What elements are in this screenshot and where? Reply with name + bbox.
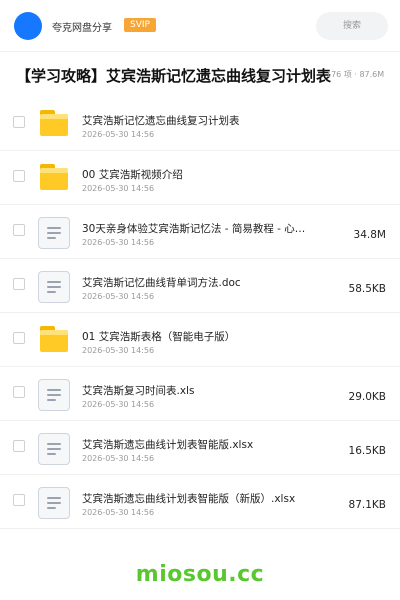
file-row[interactable]: 艾宾浩斯记忆曲线背单词方法.doc 2026-05-30 14:56 58.5KB [0, 259, 400, 313]
watermark: miosou.cc [135, 562, 265, 587]
folder-icon [38, 163, 70, 193]
folder-icon [38, 109, 70, 139]
select-checkbox[interactable] [13, 278, 25, 290]
file-name[interactable]: 艾宾浩斯记忆曲线背单词方法.doc [82, 275, 312, 290]
file-date: 2026-05-30 14:56 [82, 184, 155, 193]
sharer-name: 夸克网盘分享 [52, 23, 112, 34]
file-row[interactable]: 艾宾浩斯遗忘曲线计划表智能版.xlsx 2026-05-30 14:56 16.5K… [0, 421, 400, 475]
file-name[interactable]: 艾宾浩斯记忆遗忘曲线复习计划表 [82, 113, 312, 128]
select-checkbox[interactable] [13, 332, 25, 344]
file-date: 2026-05-30 14:56 [82, 292, 155, 301]
folder-icon [38, 325, 70, 355]
document-icon [38, 433, 70, 465]
search-button[interactable]: 搜索 [316, 12, 388, 40]
share-meta: 176 项 · 87.6M [326, 70, 385, 79]
file-row[interactable]: 艾宾浩斯记忆遗忘曲线复习计划表 2026-05-30 14:56 [0, 97, 400, 151]
select-checkbox[interactable] [13, 170, 25, 182]
file-name[interactable]: 艾宾浩斯遗忘曲线计划表智能版（新版）.xlsx [82, 491, 312, 506]
file-name[interactable]: 00 艾宾浩斯视频介绍 [82, 167, 312, 182]
select-checkbox[interactable] [13, 224, 25, 236]
select-checkbox[interactable] [13, 386, 25, 398]
file-size: 34.8M [353, 229, 386, 241]
file-row[interactable]: 艾宾浩斯遗忘曲线计划表智能版（新版）.xlsx 2026-05-30 14:56 8… [0, 475, 400, 529]
svip-badge: SVIP [124, 18, 156, 32]
select-checkbox[interactable] [13, 440, 25, 452]
file-date: 2026-05-30 14:56 [82, 238, 155, 247]
file-size: 16.5KB [348, 445, 386, 457]
file-name[interactable]: 30天亲身体验艾宾浩斯记忆法 - 简易教程 - 心… [82, 221, 312, 236]
file-size: 87.1KB [348, 499, 386, 511]
file-row[interactable]: 01 艾宾浩斯表格（智能电子版） 2026-05-30 14:56 [0, 313, 400, 367]
document-icon [38, 487, 70, 519]
file-name[interactable]: 01 艾宾浩斯表格（智能电子版） [82, 329, 312, 344]
select-checkbox[interactable] [13, 494, 25, 506]
file-list: 艾宾浩斯记忆遗忘曲线复习计划表 2026-05-30 14:56 00 艾宾浩斯视频… [0, 97, 400, 529]
file-date: 2026-05-30 14:56 [82, 130, 155, 139]
page-title: 【学习攻略】艾宾浩斯记忆遗忘曲线复习计划表 [16, 67, 332, 85]
file-name[interactable]: 艾宾浩斯复习时间表.xls [82, 383, 312, 398]
avatar[interactable] [14, 12, 42, 40]
document-icon [38, 271, 70, 303]
document-icon [38, 217, 70, 249]
file-name[interactable]: 艾宾浩斯遗忘曲线计划表智能版.xlsx [82, 437, 312, 452]
document-icon [38, 379, 70, 411]
file-size: 29.0KB [348, 391, 386, 403]
file-size: 58.5KB [348, 283, 386, 295]
file-row[interactable]: 00 艾宾浩斯视频介绍 2026-05-30 14:56 [0, 151, 400, 205]
file-row[interactable]: 艾宾浩斯复习时间表.xls 2026-05-30 14:56 29.0KB [0, 367, 400, 421]
top-bar: 夸克网盘分享 SVIP 搜索 [0, 0, 400, 52]
select-checkbox[interactable] [13, 116, 25, 128]
share-title-row: 【学习攻略】艾宾浩斯记忆遗忘曲线复习计划表 176 项 · 87.6M [0, 56, 400, 94]
file-date: 2026-05-30 14:56 [82, 508, 155, 517]
file-date: 2026-05-30 14:56 [82, 454, 155, 463]
file-date: 2026-05-30 14:56 [82, 346, 155, 355]
file-row[interactable]: 30天亲身体验艾宾浩斯记忆法 - 简易教程 - 心… 2026-05-30 14:… [0, 205, 400, 259]
file-date: 2026-05-30 14:56 [82, 400, 155, 409]
